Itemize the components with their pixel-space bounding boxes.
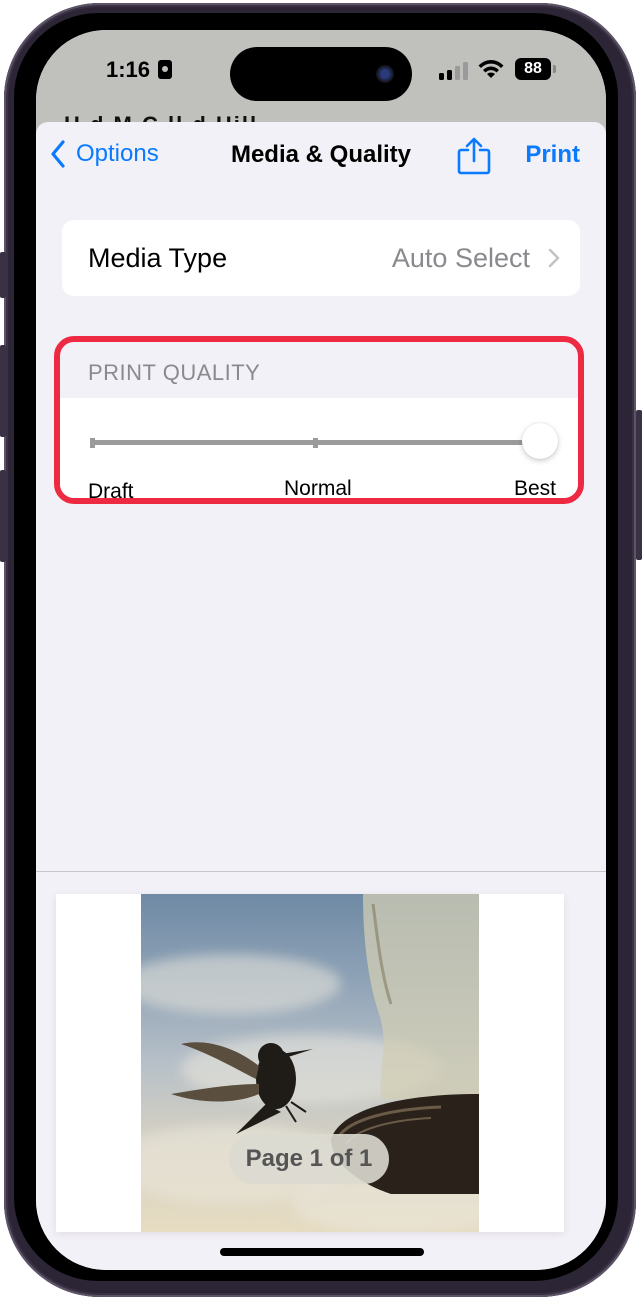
chevron-left-icon: [51, 140, 65, 168]
media-type-label: Media Type: [88, 243, 228, 273]
volume-down-button: [0, 470, 6, 562]
back-button-label: Options: [76, 140, 159, 167]
status-time: 1:16: [106, 57, 151, 82]
print-quality-header: PRINT QUALITY: [88, 360, 261, 385]
power-button: [636, 410, 642, 560]
media-type-row[interactable]: Media Type Auto Select: [62, 220, 580, 296]
dynamic-island: [230, 47, 412, 101]
status-bar: 1:16 88: [36, 30, 606, 110]
page-indicator: Page 1 of 1: [229, 1134, 389, 1184]
divider: [36, 871, 606, 872]
print-preview: Page 1 of 1: [56, 894, 564, 1232]
chevron-right-icon: [548, 248, 560, 268]
print-button[interactable]: Print: [525, 141, 580, 169]
slider-label-best: Best: [513, 477, 556, 500]
slider-thumb[interactable]: [522, 423, 558, 459]
battery-tip: [553, 65, 556, 73]
preview-photo[interactable]: Page 1 of 1: [141, 894, 479, 1232]
media-quality-sheet: Options Media & Quality Print Media Type…: [36, 122, 606, 1270]
print-quality-highlight: PRINT QUALITY Draft Normal Best: [54, 336, 584, 504]
print-quality-slider[interactable]: [90, 437, 540, 448]
cellular-signal-icon: [439, 62, 469, 80]
volume-up-button: [0, 345, 6, 437]
action-button: [0, 252, 6, 298]
slider-tick-normal: [312, 437, 318, 448]
back-button[interactable]: Options: [50, 140, 159, 168]
slider-label-draft: Draft: [88, 480, 134, 503]
share-icon[interactable]: [456, 136, 492, 176]
battery-icon: 88: [515, 58, 551, 80]
print-quality-slider-card: Draft Normal Best: [60, 398, 578, 503]
camera-icon: [376, 65, 394, 83]
navigation-bar: Options Media & Quality Print: [36, 122, 606, 194]
slider-label-normal: Normal: [284, 477, 352, 500]
home-indicator[interactable]: [220, 1248, 424, 1256]
focus-badge-icon: [158, 60, 172, 79]
screen: H d M C ll d Hill 1:16 88: [36, 30, 606, 1270]
slider-tick-draft: [90, 437, 95, 448]
wifi-icon: [478, 60, 504, 78]
media-type-value: Auto Select: [391, 243, 530, 273]
